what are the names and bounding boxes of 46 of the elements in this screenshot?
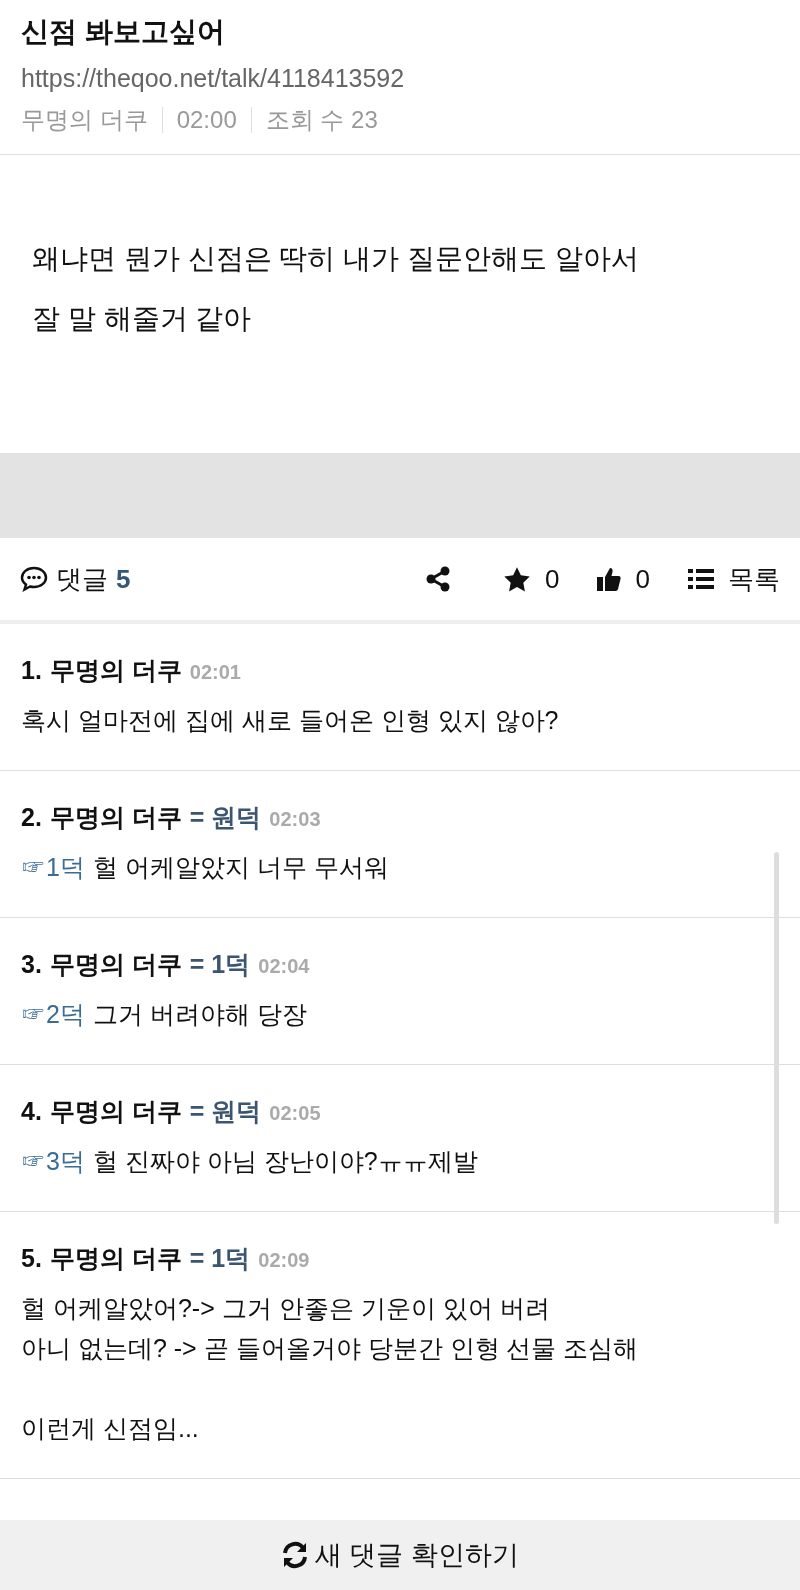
comment-number: 4. (21, 1096, 42, 1127)
comment-text: 그거 버려야해 당장 (92, 999, 307, 1030)
comment-author: 무명의 더쿠 (49, 802, 182, 833)
comment-count: 5 (116, 562, 131, 596)
post-author: 무명의 더쿠 (21, 105, 148, 135)
reply-link[interactable]: ☞3덕 (21, 1141, 85, 1181)
comment-text: 이런게 신점임... (21, 1413, 200, 1444)
comment-time: 02:04 (258, 954, 310, 979)
refresh-icon (281, 1541, 309, 1569)
comment-number: 3. (21, 949, 42, 980)
comment-number: 5. (21, 1243, 42, 1274)
comment-text: 헐 어케알았지 너무 무서워 (92, 852, 389, 883)
comment-time: 02:09 (258, 1248, 310, 1273)
post-url: https://theqoo.net/talk/4118413592 (21, 63, 406, 94)
star-button[interactable]: 0 (503, 559, 560, 599)
author-tag: = 원덕 (189, 1091, 262, 1131)
post-body: 왜냐면 뭔가 신점은 딱히 내가 질문안해도 알아서 잘 말 해줄거 같아 (32, 242, 640, 336)
list-icon (688, 568, 714, 590)
comment-time: 02:03 (269, 807, 321, 832)
refresh-comments-button[interactable]: 새 댓글 확인하기 (0, 1520, 800, 1590)
reply-link[interactable]: ☞1덕 (21, 847, 85, 887)
comment-time: 02:05 (269, 1101, 321, 1126)
comment-number: 1. (21, 655, 42, 686)
speech-bubble-icon (20, 566, 48, 592)
comment-number: 2. (21, 802, 42, 833)
comment-text: 헐 어케알았어?-> 그거 안좋은 기운이 있어 버려 아니 없는데? -> 곧 들어올거야 당분간 인형 선물 조심해 (21, 1293, 640, 1364)
author-tag: = 1덕 (189, 944, 251, 984)
comment-time: 02:01 (189, 660, 241, 685)
reply-link[interactable]: ☞2덕 (21, 994, 85, 1034)
post-title: 신점 봐보고싶어 (21, 15, 226, 49)
star-icon (503, 565, 532, 593)
comment-author: 무명의 더쿠 (49, 1243, 182, 1274)
post-time: 02:00 (176, 105, 237, 135)
comment-text: 혹시 얼마전에 집에 새로 들어온 인형 있지 않아? (21, 705, 560, 736)
comment-text: 헐 진짜야 아님 장난이야?ㅠㅠ제발 (92, 1146, 478, 1177)
comment-author: 무명의 더쿠 (49, 949, 182, 980)
author-tag: = 원덕 (189, 797, 262, 837)
comment-author: 무명의 더쿠 (49, 1096, 182, 1127)
author-tag: = 1덕 (189, 1238, 251, 1278)
thumbs-up-icon (595, 566, 622, 592)
view-count: 조회 수 23 (265, 105, 378, 135)
like-button[interactable]: 0 (595, 559, 650, 599)
comment-label: 댓글 (56, 562, 108, 596)
list-button[interactable]: 목록 (688, 559, 780, 599)
comment-author: 무명의 더쿠 (49, 655, 182, 686)
share-button[interactable] (425, 566, 452, 592)
